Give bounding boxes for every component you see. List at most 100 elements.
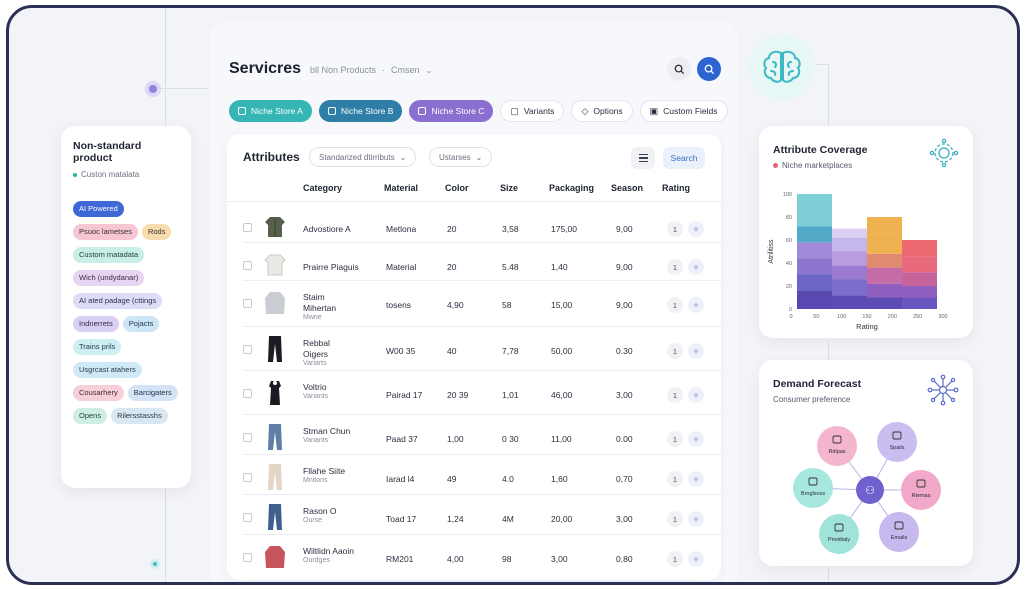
table-search-button[interactable]: Search: [663, 147, 705, 169]
chevron-down-icon[interactable]: ⌄: [426, 66, 433, 75]
breadcrumb-item[interactable]: bll Non Products: [310, 65, 376, 75]
sparkle-icon[interactable]: ✧: [688, 471, 704, 487]
rating-badge: 1: [667, 551, 683, 567]
rating-badge: 1: [667, 297, 683, 313]
forecast-node[interactable]: Emails: [879, 512, 919, 552]
forecast-node[interactable]: Pnvidialy: [819, 514, 859, 554]
connector-line: [165, 8, 166, 126]
breadcrumb: bll Non Products · Cmsen ⌄: [310, 65, 432, 75]
sparkle-icon[interactable]: ✧: [688, 297, 704, 313]
category-cell: Staim Mihertan Mwne: [303, 292, 336, 321]
coverage-bar-segment: [797, 226, 832, 243]
table-row[interactable]: Fllahe Siite Mnitons Iarad l4 49 4.0 1,60 0,70…: [227, 460, 721, 494]
menu-icon-line: [638, 154, 648, 156]
row-checkbox[interactable]: [243, 299, 252, 308]
node-label: Brnglsoss: [801, 491, 825, 497]
product-name: Fllahe Siite: [303, 466, 346, 476]
table-row[interactable]: Wiltlidn Aaoin Ourdges RM201 4,00 98 3,00 0,80…: [227, 540, 721, 574]
category-cell: Voltrio Variants: [303, 382, 328, 400]
size-cell: 1,01: [502, 390, 519, 400]
column-header-material[interactable]: Material: [384, 183, 418, 193]
x-tick-label: 200: [888, 314, 897, 320]
store-pill-niche-b[interactable]: Niche Store B: [318, 100, 403, 122]
column-header-color[interactable]: Color: [445, 183, 469, 193]
tag-chip[interactable]: Psuoc lametses: [73, 224, 138, 240]
coverage-bar-segment: [832, 279, 867, 296]
tag-chip[interactable]: Rods: [141, 224, 172, 240]
rating-badge: 1: [667, 259, 683, 275]
tag-chip[interactable]: Indnerrets: [73, 316, 119, 332]
sparkle-icon[interactable]: ✧: [688, 343, 704, 359]
standardized-attributes-dropdown[interactable]: Standarized dtirributs ⌄: [309, 147, 417, 167]
statuses-dropdown[interactable]: Ustarses ⌄: [429, 147, 493, 167]
season-cell: 0.30: [616, 346, 633, 356]
tags-panel-title: Non-standard product: [73, 140, 142, 164]
row-checkbox[interactable]: [243, 433, 252, 442]
column-header-rating[interactable]: Rating: [662, 183, 690, 193]
store-pill-niche-c[interactable]: Niche Store C: [409, 100, 494, 122]
search-icon: [704, 64, 714, 74]
column-header-category[interactable]: Category: [303, 183, 342, 193]
forecast-node[interactable]: Rtemas: [901, 470, 941, 510]
forecast-node[interactable]: Brnglsoss: [793, 468, 833, 508]
menu-icon-button[interactable]: [631, 147, 655, 169]
table-row[interactable]: Advostiore A Metlona 20 3,58 175,00 9,00 1 ✧: [227, 210, 721, 244]
table-row[interactable]: Stman Chun Variants Paad 37 1,00 0 30 11,00 0.…: [227, 420, 721, 454]
custom-fields-pill[interactable]: ▣ Custom Fields: [639, 100, 728, 122]
coverage-bar-segment: [902, 256, 937, 273]
table-row[interactable]: Rason O Ourse Toad 17 1,24 4M 20,00 3,00 1 ✧: [227, 500, 721, 534]
breadcrumb-item[interactable]: Cmsen: [391, 65, 420, 75]
search-icon-button[interactable]: [667, 57, 691, 81]
row-checkbox[interactable]: [243, 223, 252, 232]
tag-chip[interactable]: Opens: [73, 408, 108, 424]
row-checkbox[interactable]: [243, 389, 252, 398]
tag-chip[interactable]: Pojacts: [122, 316, 160, 332]
sparkle-icon[interactable]: ✧: [688, 387, 704, 403]
tag-chip[interactable]: Usgrcast atahers: [73, 362, 142, 378]
tag-chip[interactable]: Rilersstasshs: [111, 408, 168, 424]
material-cell: Pairad 17: [386, 390, 423, 400]
row-checkbox[interactable]: [243, 513, 252, 522]
season-cell: 9,00: [616, 300, 633, 310]
menu-icon-line: [638, 160, 648, 162]
tag-chip[interactable]: AI Powered: [73, 201, 124, 217]
table-row[interactable]: Staim Mihertan Mwne tosens 4,90 58 15,00 9,00 1 ✧: [227, 286, 721, 321]
sparkle-icon[interactable]: ✧: [688, 221, 704, 237]
sparkle-icon[interactable]: ✧: [688, 551, 704, 567]
row-checkbox[interactable]: [243, 261, 252, 270]
row-checkbox[interactable]: [243, 345, 252, 354]
column-header-size[interactable]: Size: [500, 183, 518, 193]
coverage-bar-segment: [797, 258, 832, 275]
material-cell: Iarad l4: [386, 474, 415, 484]
forecast-node[interactable]: Rdipas: [817, 426, 857, 466]
people-icon: ⚇: [865, 484, 875, 497]
tag-chip[interactable]: Trains prils: [73, 339, 122, 355]
sparkle-icon[interactable]: ✧: [688, 259, 704, 275]
store-pill-niche-a[interactable]: Niche Store A: [229, 100, 312, 122]
tag-chip[interactable]: Custom matadata: [73, 247, 145, 263]
x-tick-label: 50: [813, 314, 819, 320]
table-row[interactable]: Voltrio Variants Pairad 17 20 39 1,01 46,00 3,…: [227, 376, 721, 410]
product-subtitle: Variarts: [303, 360, 327, 367]
tag-chip[interactable]: Wich (undydanar): [73, 270, 145, 286]
sparkle-icon[interactable]: ✧: [688, 511, 704, 527]
tag-chip[interactable]: Cousarhery: [73, 385, 124, 401]
row-checkbox[interactable]: [243, 473, 252, 482]
box-icon: ▢: [510, 105, 519, 116]
column-header-season[interactable]: Season: [611, 183, 643, 193]
variants-pill[interactable]: ▢ Variants: [500, 100, 565, 122]
table-row[interactable]: Rebbal Oigers Variarts W00 35 40 7,78 50,00 0.3…: [227, 332, 721, 367]
table-row[interactable]: Prairre Piaguis Material 20 5.48 1,40 9,00 1 ✧: [227, 248, 721, 282]
column-header-packaging[interactable]: Packaging: [549, 183, 594, 193]
forecast-node[interactable]: Spails: [877, 422, 917, 462]
coverage-bar-segment: [832, 295, 867, 309]
tag-chip[interactable]: Barcigaters: [127, 385, 178, 401]
sparkle-icon[interactable]: ✧: [688, 431, 704, 447]
table-header: Category Material Color Size Packaging S…: [227, 183, 721, 203]
options-pill[interactable]: ◇ Options: [571, 100, 633, 122]
search-primary-button[interactable]: [697, 57, 721, 81]
tag-chip[interactable]: AI ated padage (cttings: [73, 293, 163, 309]
tag-list: AI Powered Psuoc lametses Rods Custom matad…: [73, 201, 181, 424]
row-checkbox[interactable]: [243, 553, 252, 562]
x-tick-label: 100: [837, 314, 846, 320]
